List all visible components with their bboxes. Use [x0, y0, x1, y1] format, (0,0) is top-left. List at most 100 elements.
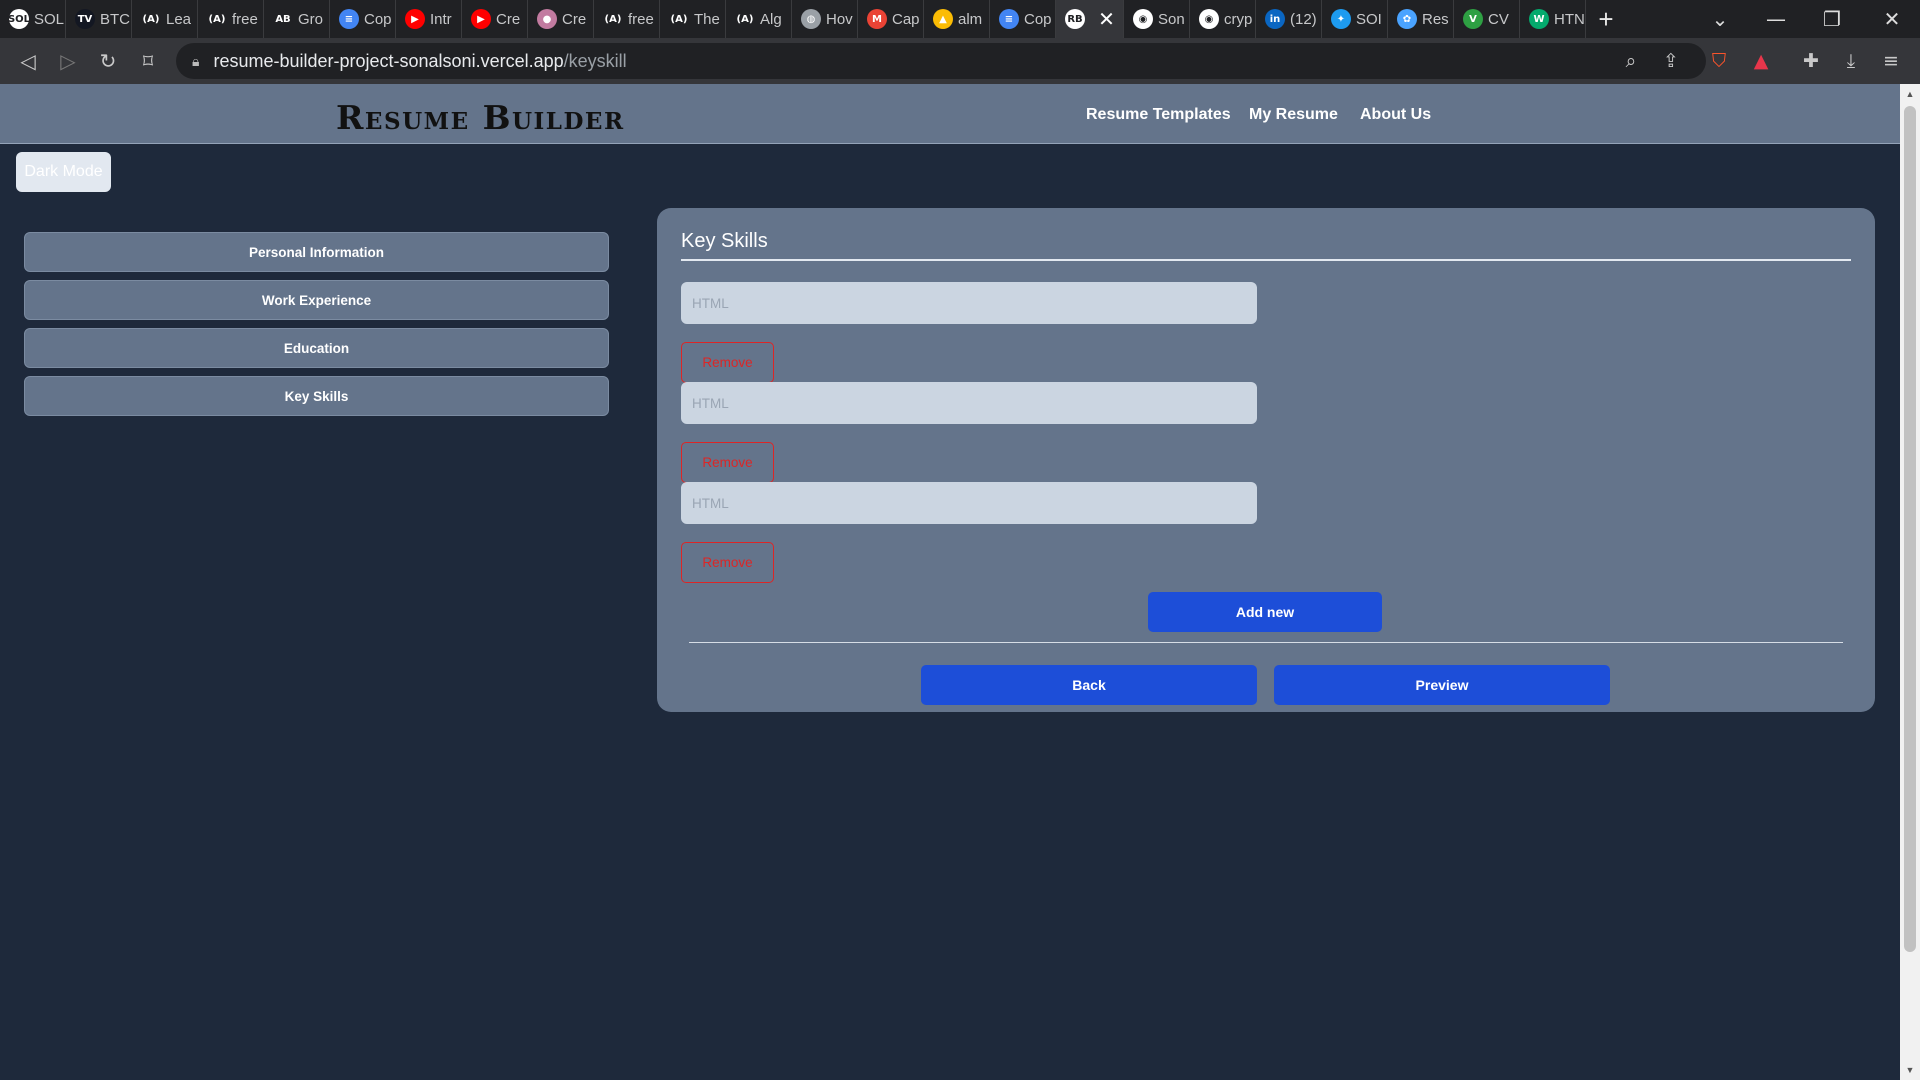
card-title: Key Skills	[681, 230, 768, 252]
tab-favicon-icon: TV	[75, 9, 95, 29]
browser-tab[interactable]: ◉ cryp	[1190, 0, 1256, 38]
sidebar-item-key-skills[interactable]: Key Skills	[24, 376, 609, 416]
tab-title: Cre	[496, 10, 521, 28]
reload-icon[interactable]: ↻	[88, 41, 128, 81]
tab-favicon-icon: in	[1265, 9, 1285, 29]
restore-icon[interactable]: ❐	[1804, 0, 1860, 38]
remove-skill-3-button[interactable]: Remove	[681, 542, 774, 583]
menu-icon[interactable]: ≡	[1872, 38, 1910, 84]
tab-search-icon[interactable]: ⌄	[1692, 0, 1748, 38]
sidebar-item-personal-information[interactable]: Personal Information	[24, 232, 609, 272]
browser-tab[interactable]: M Cap	[858, 0, 924, 38]
browser-tab[interactable]: (A) The	[660, 0, 726, 38]
browser-tab[interactable]: (A) Alg	[726, 0, 792, 38]
tab-favicon-icon: AB	[273, 9, 293, 29]
bookmark-icon[interactable]: ⌑	[128, 41, 168, 81]
remove-skill-1-button[interactable]: Remove	[681, 342, 774, 383]
scroll-down-icon[interactable]: ▼	[1900, 1062, 1920, 1078]
tab-favicon-icon: ◉	[1133, 9, 1153, 29]
tab-strip: SOL SOL TV BTC (A) Lea (A) free AB Gro ≡ Cop ▶ Intr ▶ C…	[0, 0, 1586, 38]
new-tab-button[interactable]: +	[1586, 0, 1626, 38]
tab-title: CV	[1488, 10, 1509, 28]
add-new-button[interactable]: Add new	[1148, 592, 1382, 632]
lock-icon: 🔒︎	[192, 52, 200, 69]
tab-title: Alg	[760, 10, 782, 28]
sidebar-item-work-experience[interactable]: Work Experience	[24, 280, 609, 320]
zoom-icon[interactable]: ⌕	[1612, 38, 1650, 84]
browser-tab[interactable]: in (12)	[1256, 0, 1322, 38]
browser-tab[interactable]: ◍ Hov	[792, 0, 858, 38]
tab-title: SOL	[34, 10, 65, 28]
remove-skill-2-button[interactable]: Remove	[681, 442, 774, 483]
browser-tab[interactable]: ≡ Cop	[330, 0, 396, 38]
tab-title: Intr	[430, 10, 452, 28]
skill-input-1[interactable]	[681, 282, 1257, 324]
browser-tab[interactable]: (A) free	[594, 0, 660, 38]
browser-tab[interactable]: W HTN	[1520, 0, 1586, 38]
tab-title: alm	[958, 10, 983, 28]
skill-input-2[interactable]	[681, 382, 1257, 424]
tab-favicon-icon: (A)	[669, 9, 689, 29]
brave-shield-icon[interactable]: ⛉	[1700, 38, 1738, 84]
share-icon[interactable]: ⇪	[1652, 38, 1690, 84]
browser-tab[interactable]: RB ✕	[1056, 0, 1124, 38]
tab-close-icon[interactable]: ✕	[1090, 7, 1123, 32]
tab-favicon-icon: ●	[537, 9, 557, 29]
browser-tab[interactable]: ✿ Res	[1388, 0, 1454, 38]
tab-title: The	[694, 10, 720, 28]
tab-title: SOI	[1356, 10, 1382, 28]
tab-favicon-icon: (A)	[141, 9, 161, 29]
scroll-up-icon[interactable]: ▲	[1900, 86, 1920, 102]
tab-title: Gro	[298, 10, 324, 28]
tab-favicon-icon: ▶	[405, 9, 425, 29]
browser-tab[interactable]: ≡ Cop	[990, 0, 1056, 38]
browser-tab[interactable]: TV BTC	[66, 0, 132, 38]
browser-tab[interactable]: SOL SOL	[0, 0, 66, 38]
tab-favicon-icon: W	[1529, 9, 1549, 29]
brand-logo[interactable]: Resume Builder	[336, 98, 625, 137]
tab-favicon-icon: ◍	[801, 9, 821, 29]
browser-tab[interactable]: ✦ SOI	[1322, 0, 1388, 38]
browser-tab[interactable]: ▲ alm	[924, 0, 990, 38]
browser-tab[interactable]: V CV	[1454, 0, 1520, 38]
tab-favicon-icon: ≡	[339, 9, 359, 29]
browser-tab[interactable]: ▶ Intr	[396, 0, 462, 38]
browser-tab[interactable]: (A) free	[198, 0, 264, 38]
nav-resume-templates[interactable]: Resume Templates	[1086, 106, 1231, 124]
preview-button[interactable]: Preview	[1274, 665, 1610, 705]
address-toolbar: ◁ ▷ ↻ ⌑ 🔒︎ resume-builder-project-sonals…	[0, 38, 1920, 84]
tab-title: Cre	[562, 10, 587, 28]
nav-my-resume[interactable]: My Resume	[1249, 106, 1338, 124]
url-path: /keyskill	[563, 50, 627, 71]
browser-tab-bar: SOL SOL TV BTC (A) Lea (A) free AB Gro ≡ Cop ▶ Intr ▶ C…	[0, 0, 1920, 38]
brave-rewards-icon[interactable]: ▲	[1742, 38, 1780, 84]
extensions-icon[interactable]: ✚	[1792, 38, 1830, 84]
browser-tab[interactable]: ● Cre	[528, 0, 594, 38]
skill-input-3[interactable]	[681, 482, 1257, 524]
page-scrollbar[interactable]: ▲ ▼	[1900, 84, 1920, 1080]
back-icon[interactable]: ◁	[8, 41, 48, 81]
tab-title: cryp	[1224, 10, 1253, 28]
title-divider	[681, 259, 1851, 261]
minimize-icon[interactable]: —	[1748, 0, 1804, 38]
tab-favicon-icon: ✦	[1331, 9, 1351, 29]
tab-title: free	[232, 10, 258, 28]
forward-icon[interactable]: ▷	[48, 41, 88, 81]
tab-title: BTC	[100, 10, 130, 28]
back-button[interactable]: Back	[921, 665, 1257, 705]
tab-title: Cop	[364, 10, 392, 28]
sidebar-item-education[interactable]: Education	[24, 328, 609, 368]
dark-mode-button[interactable]: Dark Mode	[16, 152, 111, 192]
browser-tab[interactable]: AB Gro	[264, 0, 330, 38]
browser-tab[interactable]: (A) Lea	[132, 0, 198, 38]
url-field[interactable]: 🔒︎ resume-builder-project-sonalsoni.verc…	[176, 43, 1706, 79]
close-window-icon[interactable]: ✕	[1864, 0, 1920, 38]
browser-tab[interactable]: ◉ Son	[1124, 0, 1190, 38]
tab-title: Hov	[826, 10, 853, 28]
browser-tab[interactable]: ▶ Cre	[462, 0, 528, 38]
url-host: resume-builder-project-sonalsoni.vercel.…	[213, 50, 564, 71]
scroll-thumb[interactable]	[1904, 106, 1916, 952]
tab-favicon-icon: ◉	[1199, 9, 1219, 29]
download-icon[interactable]: ⤓	[1832, 38, 1870, 84]
nav-about-us[interactable]: About Us	[1360, 106, 1431, 124]
